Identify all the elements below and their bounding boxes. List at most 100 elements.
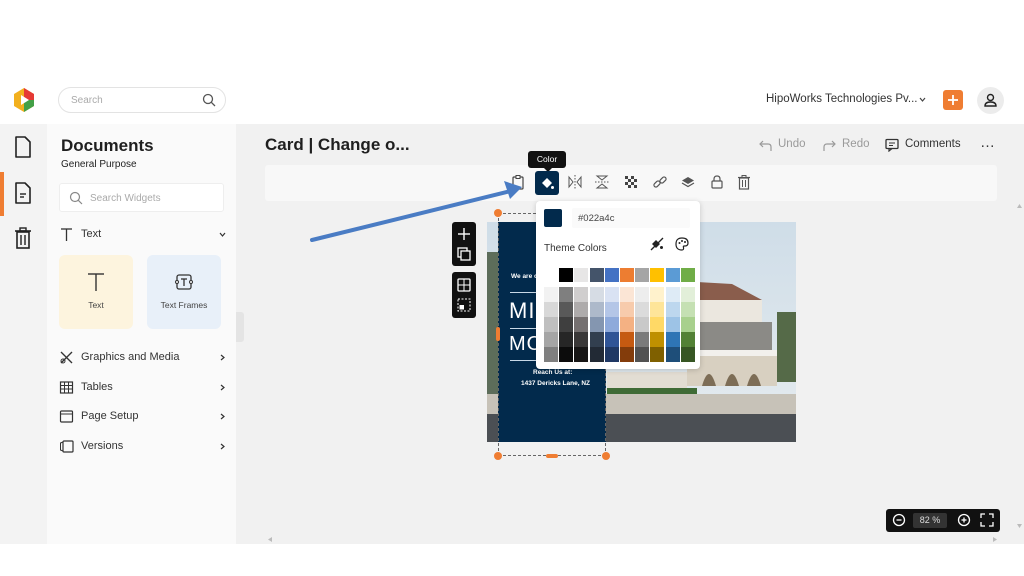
- grid-icon[interactable]: [457, 278, 471, 292]
- color-shade-swatch[interactable]: [680, 347, 695, 362]
- section-versions[interactable]: Versions: [59, 437, 227, 457]
- color-shade-swatch[interactable]: [559, 317, 574, 332]
- color-shade-swatch[interactable]: [620, 302, 634, 317]
- color-shade-swatch[interactable]: [635, 332, 650, 347]
- link-icon[interactable]: [652, 174, 668, 190]
- add-icon[interactable]: [457, 227, 471, 241]
- resize-handle-left[interactable]: [496, 327, 500, 341]
- color-shade-swatch[interactable]: [635, 302, 650, 317]
- section-page-setup[interactable]: Page Setup: [59, 407, 227, 427]
- select-area-icon[interactable]: [457, 298, 471, 312]
- color-shade-swatch[interactable]: [665, 287, 680, 302]
- color-shade-swatch[interactable]: [650, 332, 665, 347]
- color-shade-swatch[interactable]: [604, 302, 619, 317]
- color-shade-swatch[interactable]: [665, 317, 680, 332]
- color-shade-swatch[interactable]: [589, 347, 604, 362]
- color-swatch[interactable]: [665, 268, 680, 282]
- color-shade-swatch[interactable]: [559, 347, 574, 362]
- color-shade-swatch[interactable]: [604, 347, 619, 362]
- hex-color-input[interactable]: #022a4c: [572, 208, 690, 228]
- color-shade-swatch[interactable]: [635, 317, 650, 332]
- color-shade-swatch[interactable]: [680, 302, 695, 317]
- redo-button[interactable]: Redo: [842, 138, 870, 150]
- color-shade-swatch[interactable]: [620, 332, 634, 347]
- global-search[interactable]: Search: [58, 87, 226, 113]
- vertical-scrollbar[interactable]: [1015, 200, 1024, 540]
- search-icon[interactable]: [202, 93, 216, 107]
- color-shade-swatch[interactable]: [604, 332, 619, 347]
- section-text[interactable]: Text: [59, 225, 227, 245]
- color-swatch[interactable]: [559, 268, 574, 282]
- section-graphics-and-media[interactable]: Graphics and Media: [59, 348, 227, 368]
- zoom-out-icon[interactable]: [892, 513, 906, 527]
- color-shade-swatch[interactable]: [604, 317, 619, 332]
- file-icon[interactable]: [13, 136, 33, 158]
- color-swatch[interactable]: [574, 268, 589, 282]
- color-shade-swatch[interactable]: [620, 347, 634, 362]
- color-shade-swatch[interactable]: [574, 347, 589, 362]
- app-logo[interactable]: [11, 87, 37, 113]
- color-swatch[interactable]: [635, 268, 650, 282]
- add-button[interactable]: [943, 90, 963, 110]
- color-shade-swatch[interactable]: [589, 332, 604, 347]
- panel-collapse-handle[interactable]: [236, 312, 244, 342]
- color-swatch[interactable]: [680, 268, 695, 282]
- undo-icon[interactable]: [759, 138, 773, 152]
- color-shade-swatch[interactable]: [680, 332, 695, 347]
- color-shade-swatch[interactable]: [650, 302, 665, 317]
- color-shade-swatch[interactable]: [544, 332, 558, 347]
- color-shade-swatch[interactable]: [544, 347, 558, 362]
- color-shade-swatch[interactable]: [620, 317, 634, 332]
- color-shade-swatch[interactable]: [589, 287, 604, 302]
- color-shade-swatch[interactable]: [635, 347, 650, 362]
- transparency-icon[interactable]: [623, 174, 639, 190]
- color-swatch[interactable]: [604, 268, 619, 282]
- color-shade-swatch[interactable]: [650, 347, 665, 362]
- color-shade-swatch[interactable]: [680, 317, 695, 332]
- color-shade-swatch[interactable]: [574, 302, 589, 317]
- color-shade-swatch[interactable]: [589, 317, 604, 332]
- lock-icon[interactable]: [709, 174, 725, 190]
- no-fill-icon[interactable]: [650, 237, 664, 251]
- color-shade-swatch[interactable]: [559, 302, 574, 317]
- color-shade-swatch[interactable]: [589, 302, 604, 317]
- redo-icon[interactable]: [822, 138, 836, 152]
- color-swatch[interactable]: [620, 268, 634, 282]
- widget-search-input[interactable]: Search Widgets: [59, 183, 224, 212]
- color-swatch[interactable]: [650, 268, 665, 282]
- zoom-in-icon[interactable]: [957, 513, 971, 527]
- resize-handle-bottom-right[interactable]: [602, 452, 610, 460]
- horizontal-scrollbar[interactable]: [265, 535, 1005, 544]
- tile-text[interactable]: Text: [59, 255, 133, 329]
- section-tables[interactable]: Tables: [59, 378, 227, 398]
- resize-handle-top-left[interactable]: [494, 209, 502, 217]
- fit-screen-icon[interactable]: [980, 513, 994, 527]
- undo-button[interactable]: Undo: [778, 138, 806, 150]
- trash-icon[interactable]: [13, 227, 33, 249]
- document-icon[interactable]: [13, 182, 33, 204]
- organization-name[interactable]: HipoWorks Technologies Pv...: [766, 93, 918, 105]
- color-shade-swatch[interactable]: [604, 287, 619, 302]
- delete-icon[interactable]: [736, 174, 752, 190]
- current-color-swatch[interactable]: [544, 209, 562, 227]
- color-shade-swatch[interactable]: [635, 287, 650, 302]
- color-shade-swatch[interactable]: [574, 317, 589, 332]
- tile-text-frames[interactable]: Text Frames: [147, 255, 221, 329]
- color-swatch[interactable]: [544, 268, 558, 282]
- color-shade-swatch[interactable]: [650, 287, 665, 302]
- color-shade-swatch[interactable]: [574, 332, 589, 347]
- color-shade-swatch[interactable]: [544, 317, 558, 332]
- color-shade-swatch[interactable]: [665, 347, 680, 362]
- comment-icon[interactable]: [885, 138, 899, 152]
- color-shade-swatch[interactable]: [559, 287, 574, 302]
- comments-button[interactable]: Comments: [905, 138, 961, 150]
- color-swatch[interactable]: [589, 268, 604, 282]
- flip-horizontal-icon[interactable]: [567, 174, 583, 190]
- flip-vertical-icon[interactable]: [594, 174, 610, 190]
- color-shade-swatch[interactable]: [544, 302, 558, 317]
- zoom-level[interactable]: 82 %: [913, 513, 947, 528]
- duplicate-icon[interactable]: [457, 247, 471, 261]
- color-shade-swatch[interactable]: [650, 317, 665, 332]
- color-shade-swatch[interactable]: [574, 287, 589, 302]
- color-shade-swatch[interactable]: [544, 287, 558, 302]
